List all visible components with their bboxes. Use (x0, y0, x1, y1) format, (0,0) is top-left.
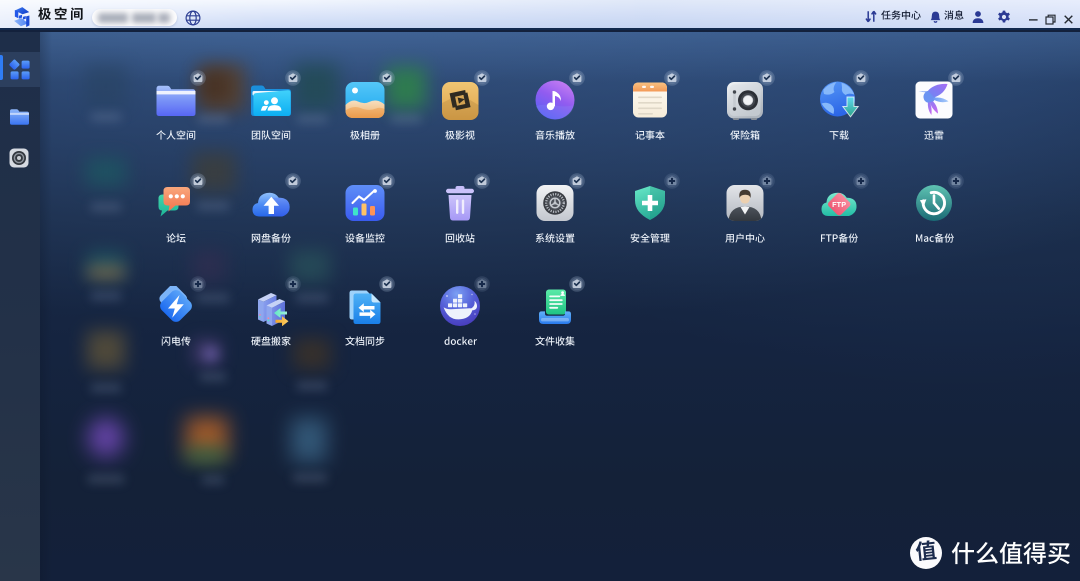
svg-text:FTP: FTP (832, 200, 846, 209)
